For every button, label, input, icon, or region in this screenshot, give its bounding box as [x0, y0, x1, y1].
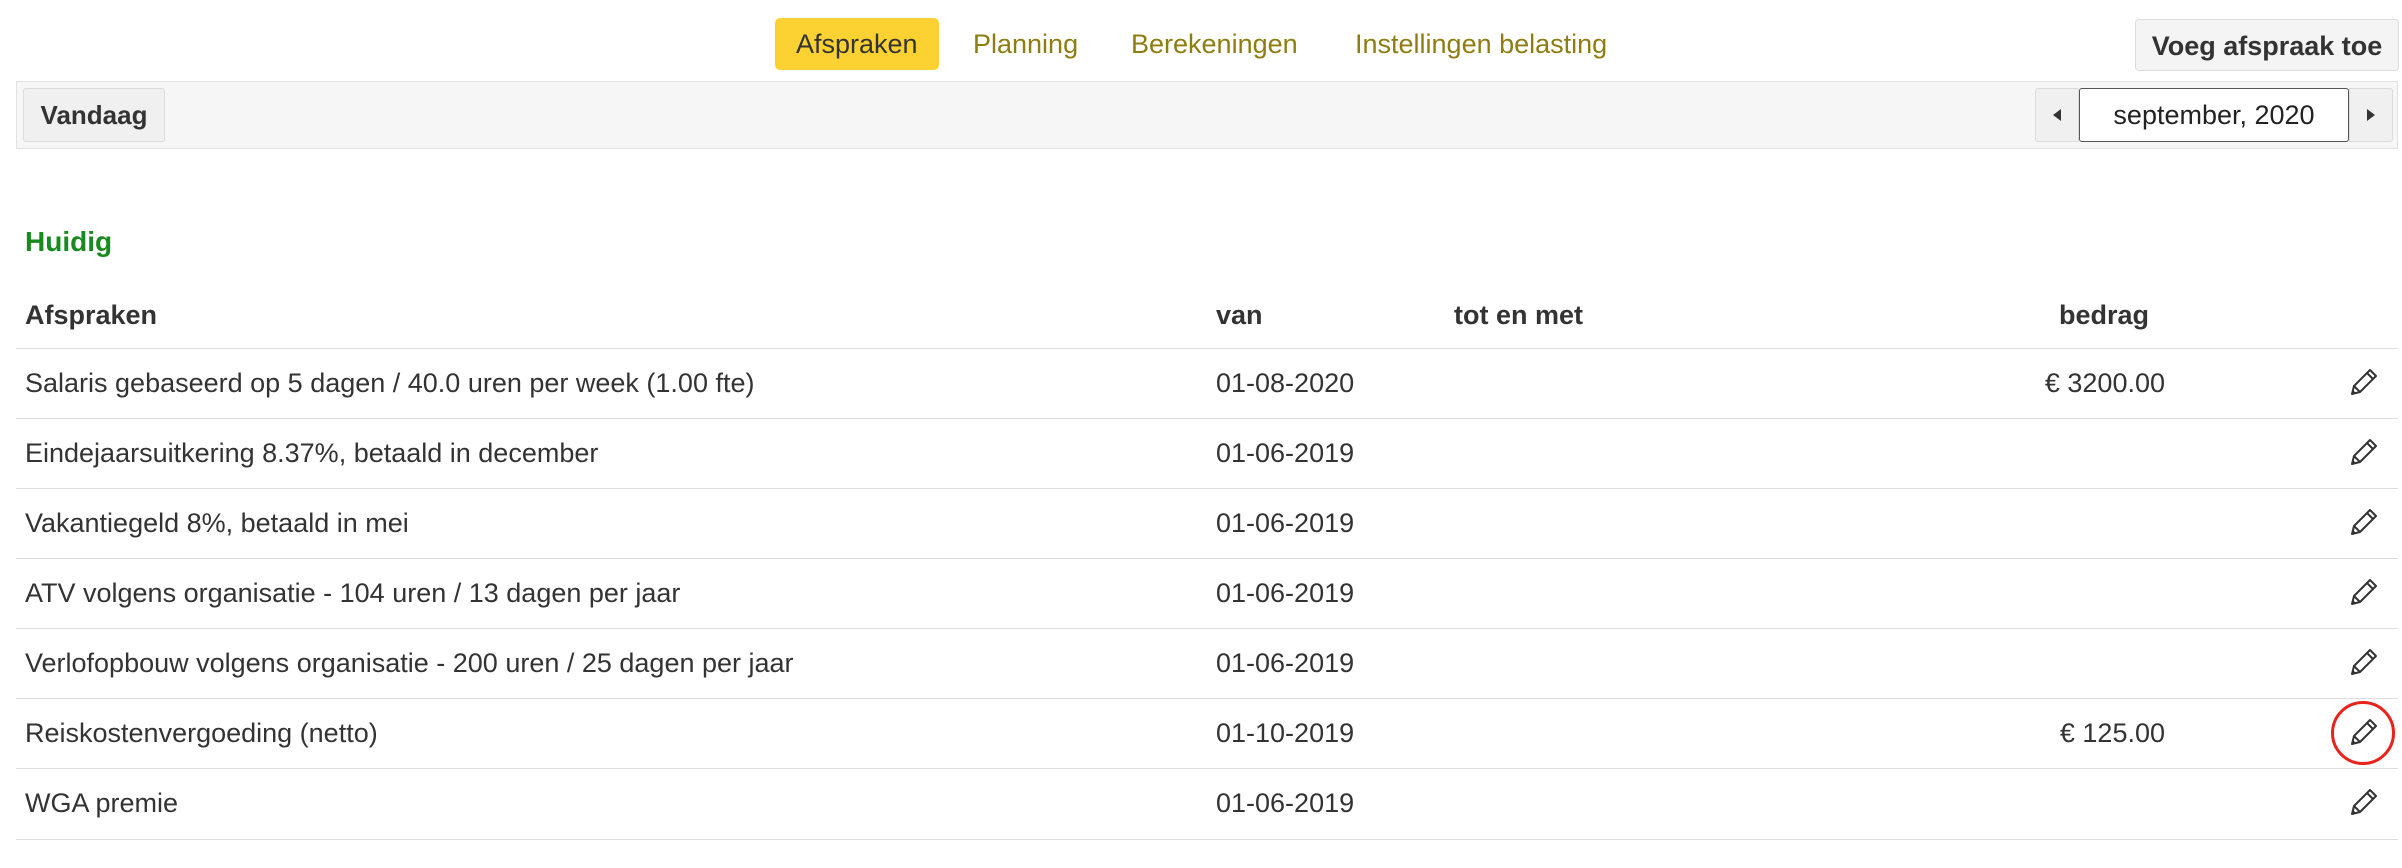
pencil-icon[interactable] [2346, 786, 2380, 820]
date-toolbar: Vandaag september, 2020 [16, 81, 2398, 149]
row-amount: € 3200.00 [2044, 368, 2165, 398]
header-tot-en-met: tot en met [1454, 300, 1584, 330]
table-row: Vakantiegeld 8%, betaald in mei 01-06-20… [16, 488, 2398, 559]
pencil-icon[interactable] [2346, 366, 2380, 400]
row-from-date: 01-06-2019 [1216, 578, 1355, 608]
row-from-date: 01-06-2019 [1216, 648, 1355, 678]
caret-left-icon [2053, 109, 2061, 121]
month-display[interactable]: september, 2020 [2079, 88, 2349, 142]
pencil-icon[interactable] [2346, 506, 2380, 540]
tab-instellingen-belasting[interactable]: Instellingen belasting [1334, 18, 1628, 70]
header-afspraken: Afspraken [25, 300, 158, 330]
header-van: van [1216, 300, 1263, 330]
caret-right-icon [2367, 109, 2375, 121]
table-row: Verlofopbouw volgens organisatie - 200 u… [16, 628, 2398, 699]
pencil-icon[interactable] [2346, 576, 2380, 610]
table-row: Eindejaarsuitkering 8.37%, betaald in de… [16, 418, 2398, 489]
pencil-icon[interactable] [2346, 646, 2380, 680]
row-from-date: 01-06-2019 [1216, 438, 1355, 468]
table-row: Salaris gebaseerd op 5 dagen / 40.0 uren… [16, 348, 2398, 419]
section-title: Huidig [25, 226, 113, 257]
row-description: Salaris gebaseerd op 5 dagen / 40.0 uren… [25, 368, 755, 398]
row-from-date: 01-06-2019 [1216, 508, 1355, 538]
row-description: Reiskostenvergoeding (netto) [25, 718, 378, 748]
table-row: Reiskostenvergoeding (netto) 01-10-2019 … [16, 698, 2398, 769]
tab-planning[interactable]: Planning [952, 18, 1099, 70]
row-description: Eindejaarsuitkering 8.37%, betaald in de… [25, 438, 599, 468]
prev-month-button[interactable] [2035, 88, 2079, 142]
row-description: Vakantiegeld 8%, betaald in mei [25, 508, 409, 538]
add-agreement-button[interactable]: Voeg afspraak toe [2135, 19, 2399, 71]
row-description: WGA premie [25, 788, 179, 818]
row-from-date: 01-06-2019 [1216, 788, 1355, 818]
today-button[interactable]: Vandaag [23, 88, 165, 142]
table-row: WGA premie 01-06-2019 [16, 768, 2398, 840]
tab-berekeningen[interactable]: Berekeningen [1110, 18, 1319, 70]
table-row: ATV volgens organisatie - 104 uren / 13 … [16, 558, 2398, 629]
pencil-icon[interactable] [2346, 436, 2380, 470]
top-nav: Afspraken Planning Berekeningen Instelli… [0, 16, 2402, 71]
row-description: Verlofopbouw volgens organisatie - 200 u… [25, 648, 794, 678]
pencil-icon[interactable] [2346, 716, 2380, 750]
next-month-button[interactable] [2349, 88, 2393, 142]
tab-afspraken[interactable]: Afspraken [775, 18, 939, 70]
row-from-date: 01-08-2020 [1216, 368, 1355, 398]
header-bedrag: bedrag [2058, 300, 2149, 330]
row-amount: € 125.00 [2059, 718, 2165, 748]
row-description: ATV volgens organisatie - 104 uren / 13 … [25, 578, 681, 608]
row-from-date: 01-10-2019 [1216, 718, 1355, 748]
